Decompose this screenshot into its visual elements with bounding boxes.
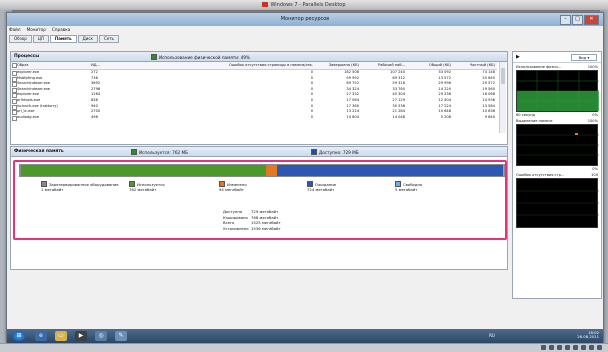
minimize-button[interactable]: –	[560, 15, 571, 25]
col-pid[interactable]: ИД...	[91, 62, 119, 69]
menu-help[interactable]: Справка	[52, 27, 70, 34]
taskbar: ⊞ e ▭ ▶ ◎ ✎ RU 18:02 26.08.2011	[7, 329, 603, 343]
host-status-icons	[541, 345, 602, 350]
table-header: Образ ИД... Ошибок отсутствия страницы в…	[11, 62, 497, 70]
view-dropdown[interactable]: Вид ▾	[571, 54, 597, 61]
media-player-icon[interactable]: ▶	[75, 331, 87, 341]
graph-pane-toolbar: ▶ Вид ▾	[513, 52, 601, 63]
processes-title: Процессы	[14, 54, 40, 59]
close-button[interactable]: ✕	[584, 15, 599, 25]
col-image[interactable]: Образ	[17, 62, 81, 69]
system-clock[interactable]: 18:02 26.08.2011	[577, 331, 599, 339]
processes-panel: Процессы Использование физической памяти…	[10, 51, 508, 145]
window-title: Монитор ресурсов	[280, 16, 330, 22]
window-controls: – □ ✕	[560, 15, 599, 25]
used-swatch	[131, 149, 137, 155]
col-working-set[interactable]: Рабочий наб...	[365, 62, 405, 69]
status-icon[interactable]	[541, 345, 546, 350]
hard-faults-graph	[516, 178, 599, 228]
tab-disk[interactable]: Диск	[77, 35, 98, 43]
commit-plot	[517, 133, 599, 156]
tab-memory[interactable]: Память	[49, 35, 77, 43]
start-button[interactable]: ⊞	[13, 331, 25, 341]
graph1-header: Использование физич... 100%	[516, 65, 598, 69]
menu-monitor[interactable]: Монитор	[27, 27, 46, 34]
resource-monitor-window: Монитор ресурсов – □ ✕ Файл Монитор Спра…	[6, 12, 604, 344]
window-titlebar[interactable]: Монитор ресурсов – □ ✕	[7, 13, 603, 26]
menu-file[interactable]: Файл	[9, 27, 21, 34]
graph2-footer: 0%	[592, 167, 598, 171]
host-titlebar: Windows 7 - Parallels Desktop	[0, 0, 608, 11]
col-hard-faults[interactable]: Ошибок отсутствия страницы в памяти/сек.	[163, 62, 313, 69]
graph1-footer: 60 секунд 0%	[516, 113, 598, 117]
status-icon[interactable]	[597, 345, 602, 350]
parallels-icon	[262, 2, 269, 7]
graph-pane: ▶ Вид ▾ Использование физич... 100% 60 се…	[512, 51, 602, 299]
tab-cpu[interactable]: ЦП	[32, 35, 49, 43]
status-icon[interactable]	[589, 345, 594, 350]
col-shareable[interactable]: Общий (КБ)	[411, 62, 451, 69]
ie-icon[interactable]: e	[35, 331, 47, 341]
status-icon[interactable]	[549, 345, 554, 350]
process-table: Образ ИД... Ошибок отсутствия страницы в…	[11, 62, 497, 121]
summary-swatch	[151, 54, 157, 60]
menu-bar: Файл Монитор Справка	[9, 27, 70, 34]
resource-monitor-taskbar-icon[interactable]: ◎	[95, 331, 107, 341]
status-icon[interactable]	[557, 345, 562, 350]
col-commit[interactable]: Завершено (КБ)	[319, 62, 359, 69]
status-icon[interactable]	[565, 345, 570, 350]
col-private[interactable]: Частный (КБ)	[457, 62, 495, 69]
explorer-icon[interactable]: ▭	[55, 331, 67, 341]
processes-header[interactable]: Процессы Использование физической памяти…	[11, 52, 507, 62]
available-summary: Доступно: 729 МБ	[311, 149, 359, 155]
status-icon[interactable]	[573, 345, 578, 350]
collapse-arrow-icon[interactable]: ▶	[516, 54, 520, 60]
tab-overview[interactable]: Обзор	[9, 35, 32, 43]
status-icon[interactable]	[581, 345, 586, 350]
table-row[interactable]: audiodg.exe 496 0 14 604 14 048 5 208 9 640	[11, 115, 497, 121]
process-scrollbar[interactable]	[499, 62, 506, 133]
tab-network[interactable]: Сеть	[98, 35, 119, 43]
physical-memory-header[interactable]: Физическая память Используется: 762 МБ Д…	[11, 147, 507, 157]
paint-icon[interactable]: ✎	[115, 331, 127, 341]
tab-strip: Обзор ЦП Память Диск Сеть	[9, 35, 119, 43]
physical-usage-graph	[516, 70, 599, 112]
host-title: Windows 7 - Parallels Desktop	[0, 2, 608, 8]
commit-graph	[516, 124, 599, 166]
keyboard-language[interactable]: RU	[477, 331, 507, 341]
used-summary: Используется: 762 МБ	[131, 149, 188, 155]
available-swatch	[311, 149, 317, 155]
physical-memory-title: Физическая память	[14, 149, 64, 154]
processes-summary: Использование физической памяти: 49%	[151, 54, 250, 60]
physical-usage-plot	[517, 71, 599, 111]
graph3-header: Ошибок отсутствия стр... 100	[516, 173, 598, 177]
highlight-frame	[13, 160, 507, 240]
graph2-header: Выделение памяти 100%	[516, 119, 598, 123]
scrollbar-thumb[interactable]	[501, 68, 505, 84]
maximize-button[interactable]: □	[572, 15, 583, 25]
hard-faults-plot	[517, 190, 599, 216]
